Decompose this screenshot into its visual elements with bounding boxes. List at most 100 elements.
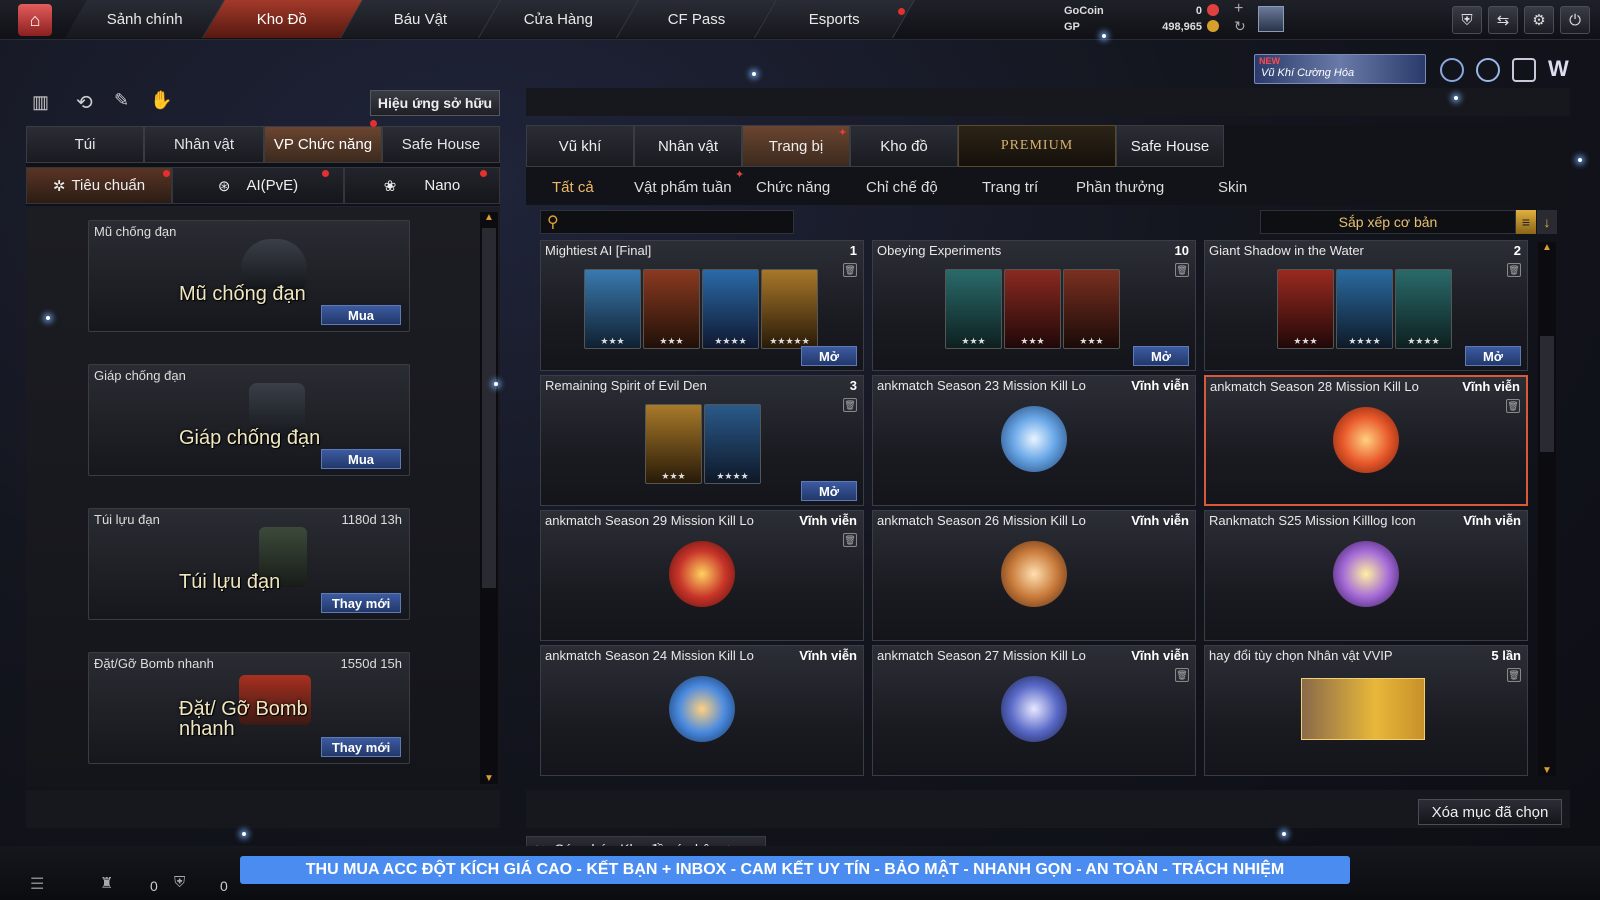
right-tab-equipment[interactable]: Trang bị	[742, 125, 850, 167]
category-decoration[interactable]: Trang trí	[982, 173, 1038, 201]
add-currency-icon[interactable]: +	[1234, 0, 1243, 18]
left-subtab-standard[interactable]: ✲ Tiêu chuẩn	[26, 167, 172, 204]
category-skin[interactable]: Skin	[1218, 173, 1247, 201]
right-tab-weapon[interactable]: Vũ khí	[526, 125, 634, 167]
vvip-ticket-image	[1301, 678, 1425, 740]
equipment-card[interactable]: Mũ chống đạn Mũ chống đạn Mua	[88, 220, 410, 332]
inventory-item-card[interactable]: Mightiest AI [Final] 1 🗑 ★★★ ★★★ ★★★★ ★★…	[540, 240, 864, 371]
list-view-icon[interactable]: ≡	[1516, 210, 1536, 234]
rank-badge-icon[interactable]	[1258, 6, 1284, 32]
trash-icon[interactable]: 🗑	[843, 398, 857, 412]
open-button[interactable]: Mở	[801, 481, 857, 501]
trash-icon[interactable]: 🗑	[1175, 263, 1189, 277]
event-icon-1[interactable]	[1440, 58, 1464, 82]
character-icon[interactable]: ✎	[114, 90, 129, 111]
gift-icon: ✦	[735, 169, 745, 181]
refresh-icon[interactable]: ↻	[1234, 18, 1246, 35]
trash-icon[interactable]: 🗑	[843, 263, 857, 277]
nav-tab-cfpass[interactable]: CF Pass	[617, 0, 777, 38]
nav-tab-treasure[interactable]: Báu Vật	[341, 0, 501, 38]
right-tab-character[interactable]: Nhân vật	[634, 125, 742, 167]
character-thumb: ★★★★	[702, 269, 759, 349]
sort-dropdown[interactable]: Sắp xếp cơ bản	[1260, 210, 1516, 234]
scroll-up-icon[interactable]: ▲	[1538, 242, 1556, 253]
inventory-item-card[interactable]: ankmatch Season 24 Mission Kill Lo Vĩnh …	[540, 645, 864, 776]
event-icon-2[interactable]	[1476, 58, 1500, 82]
left-scrollbar[interactable]: ▲ ▼	[480, 212, 498, 784]
scroll-down-icon[interactable]: ▼	[1538, 765, 1556, 776]
sparkle	[242, 832, 246, 836]
event-icon-3[interactable]	[1512, 58, 1536, 82]
trash-icon[interactable]: 🗑	[1506, 399, 1520, 413]
history-icon[interactable]: ⟲	[76, 90, 93, 115]
inventory-item-card[interactable]: Giant Shadow in the Water 2 🗑 ★★★ ★★★★ ★…	[1204, 240, 1528, 371]
inventory-item-card[interactable]: Obeying Experiments 10 🗑 ★★★ ★★★ ★★★ Mở	[872, 240, 1196, 371]
equipment-card[interactable]: Đặt/Gỡ Bomb nhanh 1550d 15h Đặt/ Gỡ Bomb…	[88, 652, 410, 764]
left-tab-vp-function[interactable]: VP Chức năng	[264, 126, 382, 163]
trash-icon[interactable]: 🗑	[843, 533, 857, 547]
open-button[interactable]: Mở	[1465, 346, 1521, 366]
right-scrollbar[interactable]: ▲ ▼	[1538, 242, 1556, 776]
scroll-thumb[interactable]	[1540, 336, 1554, 452]
home-icon[interactable]: ⌂	[18, 4, 52, 36]
sparkle	[46, 316, 50, 320]
buy-button[interactable]: Mua	[321, 305, 401, 325]
renew-button[interactable]: Thay mới	[321, 737, 401, 757]
open-button[interactable]: Mở	[801, 346, 857, 366]
right-tab-safehouse[interactable]: Safe House	[1116, 125, 1224, 167]
nav-tab-inventory[interactable]: Kho Đồ	[203, 0, 363, 38]
right-tab-premium[interactable]: PREMIUM	[958, 125, 1116, 167]
category-all[interactable]: Tất cả	[552, 173, 594, 201]
power-icon[interactable]: ⏻	[1560, 6, 1590, 34]
inventory-item-card[interactable]: Remaining Spirit of Evil Den 3 🗑 ★★★ ★★★…	[540, 375, 864, 506]
menu-list-icon[interactable]: ☰	[30, 874, 44, 894]
category-reward[interactable]: Phần thưởng	[1076, 173, 1164, 201]
hand-icon[interactable]: ✋	[150, 90, 172, 111]
scroll-down-icon[interactable]: ▼	[480, 773, 498, 784]
left-tab-bag[interactable]: Túi	[26, 126, 144, 163]
clan-shield-icon[interactable]: ⛨	[174, 874, 185, 891]
left-tab-safehouse[interactable]: Safe House	[382, 126, 500, 163]
ranking-icon[interactable]: ▥	[32, 92, 49, 113]
sort-order-icon[interactable]: ↓	[1537, 210, 1557, 234]
equipment-card[interactable]: Túi lựu đạn 1180d 13h Túi lựu đạn Thay m…	[88, 508, 410, 620]
left-subtab-ai-pve[interactable]: ⊛ AI(PvE)	[172, 167, 344, 204]
trash-icon[interactable]: 🗑	[1507, 668, 1521, 682]
sparkle	[1578, 158, 1582, 162]
scroll-up-icon[interactable]: ▲	[480, 212, 498, 223]
inventory-item-card[interactable]: ankmatch Season 29 Mission Kill Lo Vĩnh …	[540, 510, 864, 641]
inventory-item-card[interactable]: ankmatch Season 26 Mission Kill Lo Vĩnh …	[872, 510, 1196, 641]
gear-icon[interactable]: ⚙	[1524, 6, 1554, 34]
event-icon-4[interactable]: W	[1548, 56, 1569, 82]
equipment-card[interactable]: Giáp chống đạn Giáp chống đạn Mua	[88, 364, 410, 476]
buy-button[interactable]: Mua	[321, 449, 401, 469]
owned-effects-button[interactable]: Hiệu ứng sở hữu	[370, 90, 500, 116]
shield-icon[interactable]: ⛨	[1452, 6, 1482, 34]
alert-dot	[480, 170, 487, 177]
promo-banner[interactable]: NEW Vũ Khí Cường Hóa	[1254, 54, 1426, 84]
open-button[interactable]: Mở	[1133, 346, 1189, 366]
left-tab-character[interactable]: Nhân vật	[144, 126, 264, 163]
delete-selected-button[interactable]: Xóa mục đã chọn	[1418, 799, 1562, 825]
renew-button[interactable]: Thay mới	[321, 593, 401, 613]
right-tab-inventory[interactable]: Kho đồ	[850, 125, 958, 167]
nav-tab-esports[interactable]: Esports	[755, 0, 915, 38]
exit-room-icon[interactable]: ⇆	[1488, 6, 1518, 34]
trash-icon[interactable]: 🗑	[1507, 263, 1521, 277]
inventory-item-card[interactable]: ankmatch Season 27 Mission Kill Lo Vĩnh …	[872, 645, 1196, 776]
character-thumb: ★★★	[584, 269, 641, 349]
trash-icon[interactable]: 🗑	[1175, 668, 1189, 682]
category-function[interactable]: Chức năng	[756, 173, 830, 201]
left-subtab-nano[interactable]: ❀ Nano	[344, 167, 500, 204]
inventory-item-card[interactable]: Rankmatch S25 Mission Killlog Icon Vĩnh …	[1204, 510, 1528, 641]
inventory-item-card[interactable]: ankmatch Season 28 Mission Kill Lo Vĩnh …	[1204, 375, 1528, 506]
nav-tab-lobby[interactable]: Sảnh chính	[65, 0, 225, 38]
inventory-item-card[interactable]: ankmatch Season 23 Mission Kill Lo Vĩnh …	[872, 375, 1196, 506]
friends-icon[interactable]: ♜	[100, 874, 113, 892]
category-weekly[interactable]: Vật phẩm tuần	[634, 173, 732, 201]
inventory-item-card[interactable]: hay đổi tùy chọn Nhân vật VVIP 5 lần 🗑	[1204, 645, 1528, 776]
category-mode-only[interactable]: Chỉ chế độ	[866, 173, 938, 201]
search-input[interactable]: ⚲	[540, 210, 794, 234]
nav-tab-shop[interactable]: Cửa Hàng	[479, 0, 639, 38]
scroll-thumb[interactable]	[482, 228, 496, 588]
